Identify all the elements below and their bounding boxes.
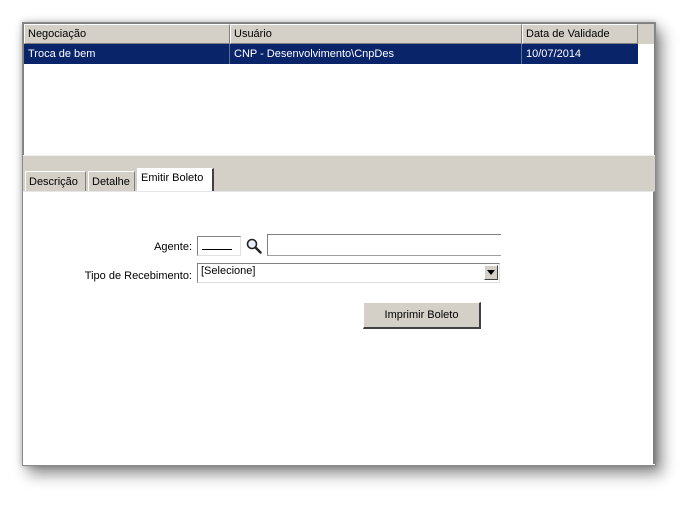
cell-usuario: CNP - Desenvolvimento\CnpDes (230, 44, 522, 64)
agente-code-input[interactable] (197, 236, 241, 256)
tab-detalhe[interactable]: Detalhe (88, 171, 135, 191)
tab-strip: Descrição Detalhe Emitir Boleto (23, 166, 655, 192)
app-window: Negociação Usuário Data de Validade Troc… (22, 22, 656, 466)
input-underline (202, 249, 232, 250)
grid-header: Negociação Usuário Data de Validade (24, 24, 654, 44)
negotiation-grid: Negociação Usuário Data de Validade Troc… (23, 23, 655, 157)
column-header-usuario[interactable]: Usuário (230, 24, 522, 44)
cell-data-validade: 10/07/2014 (526, 48, 582, 60)
imprimir-boleto-button[interactable]: Imprimir Boleto (363, 302, 481, 329)
agente-label: Agente: (154, 241, 192, 253)
column-header-negociacao[interactable]: Negociação (24, 24, 230, 44)
column-header-data-validade[interactable]: Data de Validade (522, 24, 638, 44)
tab-descricao[interactable]: Descrição (25, 171, 86, 191)
emitir-boleto-panel: Agente: Tipo de Recebimento: [Selecione]… (23, 191, 655, 464)
cell-negociacao: Troca de bem (24, 44, 230, 64)
table-row[interactable]: Troca de bem CNP - Desenvolvimento\CnpDe… (24, 44, 638, 64)
tab-emitir-boleto[interactable]: Emitir Boleto (137, 168, 214, 192)
tipo-recebimento-select[interactable]: [Selecione] (197, 263, 500, 283)
tipo-recebimento-value: [Selecione] (201, 265, 256, 277)
chevron-down-icon[interactable] (484, 265, 498, 280)
tipo-recebimento-label: Tipo de Recebimento: (84, 270, 192, 282)
magnifier-icon[interactable] (245, 237, 263, 255)
agente-name-input[interactable] (267, 234, 501, 256)
